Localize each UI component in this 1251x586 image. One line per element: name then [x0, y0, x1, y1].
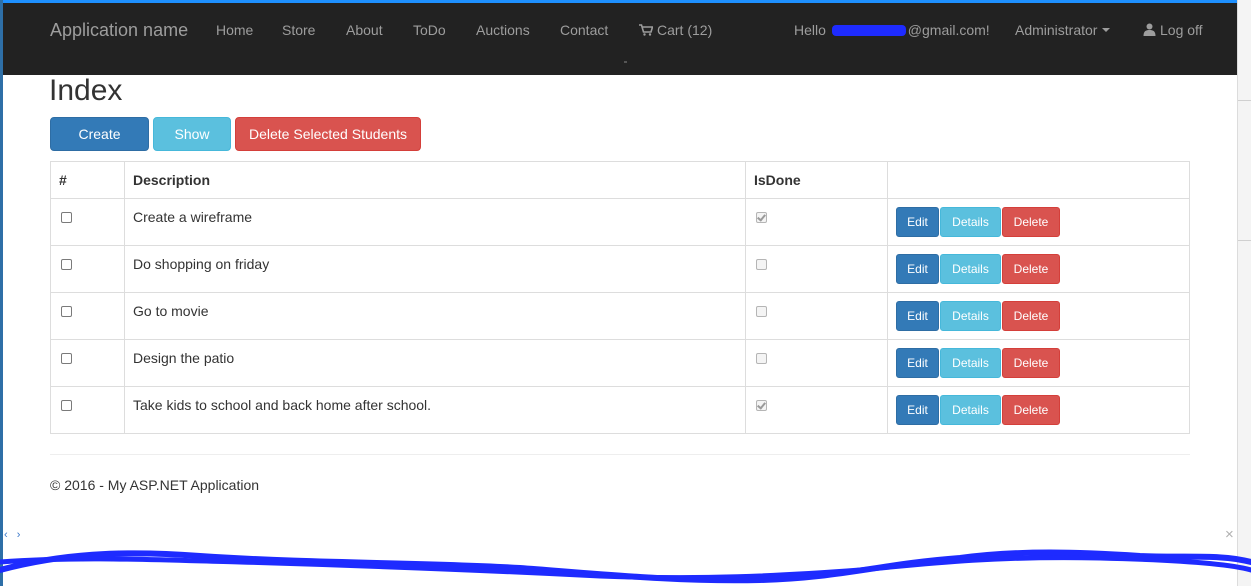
header-description: Description: [124, 161, 746, 199]
header-number: #: [50, 161, 125, 199]
caret-down-icon: [1102, 28, 1111, 32]
nav-cart[interactable]: Cart (12): [639, 22, 712, 38]
select-cell: [50, 198, 125, 246]
cart-label: Cart (12): [657, 22, 713, 38]
select-cell: [50, 386, 125, 434]
isdone-checkbox: [756, 400, 767, 411]
isdone-cell: [745, 339, 888, 387]
ink-scribble: [0, 549, 1251, 584]
nav-home[interactable]: Home: [216, 22, 253, 38]
isdone-cell: [745, 292, 888, 340]
cart-icon: [639, 24, 653, 36]
table-row: Go to movie Edit Details Delete: [50, 292, 1190, 340]
actions-cell: Edit Details Delete: [887, 245, 1190, 293]
details-button[interactable]: Details: [940, 301, 1001, 331]
hello-user-link[interactable]: Hello @gmail.com!: [794, 22, 990, 38]
scrollbar-area[interactable]: [1237, 0, 1251, 586]
table-row: Take kids to school and back home after …: [50, 386, 1190, 434]
logoff-link[interactable]: Log off: [1143, 22, 1203, 38]
todo-table: # Description IsDone Create a wireframe E…: [50, 161, 1190, 434]
header-isdone: IsDone: [745, 161, 888, 199]
redaction-scribble: [831, 25, 906, 36]
select-cell: [50, 245, 125, 293]
delete-button[interactable]: Delete: [1002, 301, 1060, 331]
admin-dropdown[interactable]: Administrator: [1015, 22, 1111, 38]
edit-button[interactable]: Edit: [896, 395, 939, 425]
description-cell: Do shopping on friday: [124, 245, 746, 293]
nav-store[interactable]: Store: [282, 22, 315, 38]
header-actions: [887, 161, 1190, 199]
actions-cell: Edit Details Delete: [887, 386, 1190, 434]
row-select-checkbox[interactable]: [61, 212, 72, 223]
check-icon: [757, 400, 766, 410]
row-select-checkbox[interactable]: [61, 400, 72, 411]
nav-divider-dot: [624, 61, 627, 63]
nav-contact[interactable]: Contact: [560, 22, 608, 38]
details-button[interactable]: Details: [940, 254, 1001, 284]
delete-button[interactable]: Delete: [1002, 207, 1060, 237]
isdone-cell: [745, 386, 888, 434]
edit-button[interactable]: Edit: [896, 254, 939, 284]
isdone-checkbox: [756, 353, 767, 364]
hello-suffix: @gmail.com!: [907, 22, 990, 38]
actions-cell: Edit Details Delete: [887, 339, 1190, 387]
footer-copyright: © 2016 - My ASP.NET Application: [50, 477, 260, 493]
brand-link[interactable]: Application name: [50, 20, 188, 41]
nav-auctions[interactable]: Auctions: [476, 22, 530, 38]
edit-button[interactable]: Edit: [896, 301, 939, 331]
admin-label: Administrator: [1015, 22, 1098, 38]
description-cell: Take kids to school and back home after …: [124, 386, 746, 434]
logoff-label: Log off: [1160, 22, 1203, 38]
navbar: Application name Home Store About ToDo A…: [3, 0, 1237, 75]
isdone-checkbox: [756, 212, 767, 223]
footer-divider: [50, 454, 1190, 455]
description-cell: Go to movie: [124, 292, 746, 340]
scrollbar-divider: [1238, 240, 1251, 241]
row-select-checkbox[interactable]: [61, 306, 72, 317]
delete-button[interactable]: Delete: [1002, 254, 1060, 284]
table-row: Design the patio Edit Details Delete: [50, 339, 1190, 387]
delete-button[interactable]: Delete: [1002, 348, 1060, 378]
isdone-cell: [745, 245, 888, 293]
show-all-button[interactable]: Show all: [153, 117, 231, 174]
create-new-button[interactable]: Create New: [50, 117, 149, 174]
description-cell: Design the patio: [124, 339, 746, 387]
isdone-checkbox: [756, 306, 767, 317]
table-row: Do shopping on friday Edit Details Delete: [50, 245, 1190, 293]
row-select-checkbox[interactable]: [61, 259, 72, 270]
hello-prefix: Hello: [794, 22, 826, 38]
description-cell: Create a wireframe: [124, 198, 746, 246]
scrollbar-divider: [1238, 100, 1251, 101]
page-title: Index: [49, 74, 123, 107]
nav-about[interactable]: About: [346, 22, 383, 38]
details-button[interactable]: Details: [940, 207, 1001, 237]
row-select-checkbox[interactable]: [61, 353, 72, 364]
edit-button[interactable]: Edit: [896, 348, 939, 378]
edit-button[interactable]: Edit: [896, 207, 939, 237]
user-icon: [1143, 23, 1156, 36]
actions-cell: Edit Details Delete: [887, 198, 1190, 246]
window-left-edge: [0, 0, 3, 586]
details-button[interactable]: Details: [940, 348, 1001, 378]
table-header-row: # Description IsDone: [50, 161, 1190, 199]
table-row: Create a wireframe Edit Details Delete: [50, 198, 1190, 246]
check-icon: [757, 212, 766, 222]
details-button[interactable]: Details: [940, 395, 1001, 425]
delete-selected-button[interactable]: Delete Selected Students: [235, 117, 421, 151]
isdone-checkbox: [756, 259, 767, 270]
actions-cell: Edit Details Delete: [887, 292, 1190, 340]
select-cell: [50, 292, 125, 340]
delete-button[interactable]: Delete: [1002, 395, 1060, 425]
isdone-cell: [745, 198, 888, 246]
select-cell: [50, 339, 125, 387]
nav-todo[interactable]: ToDo: [413, 22, 446, 38]
